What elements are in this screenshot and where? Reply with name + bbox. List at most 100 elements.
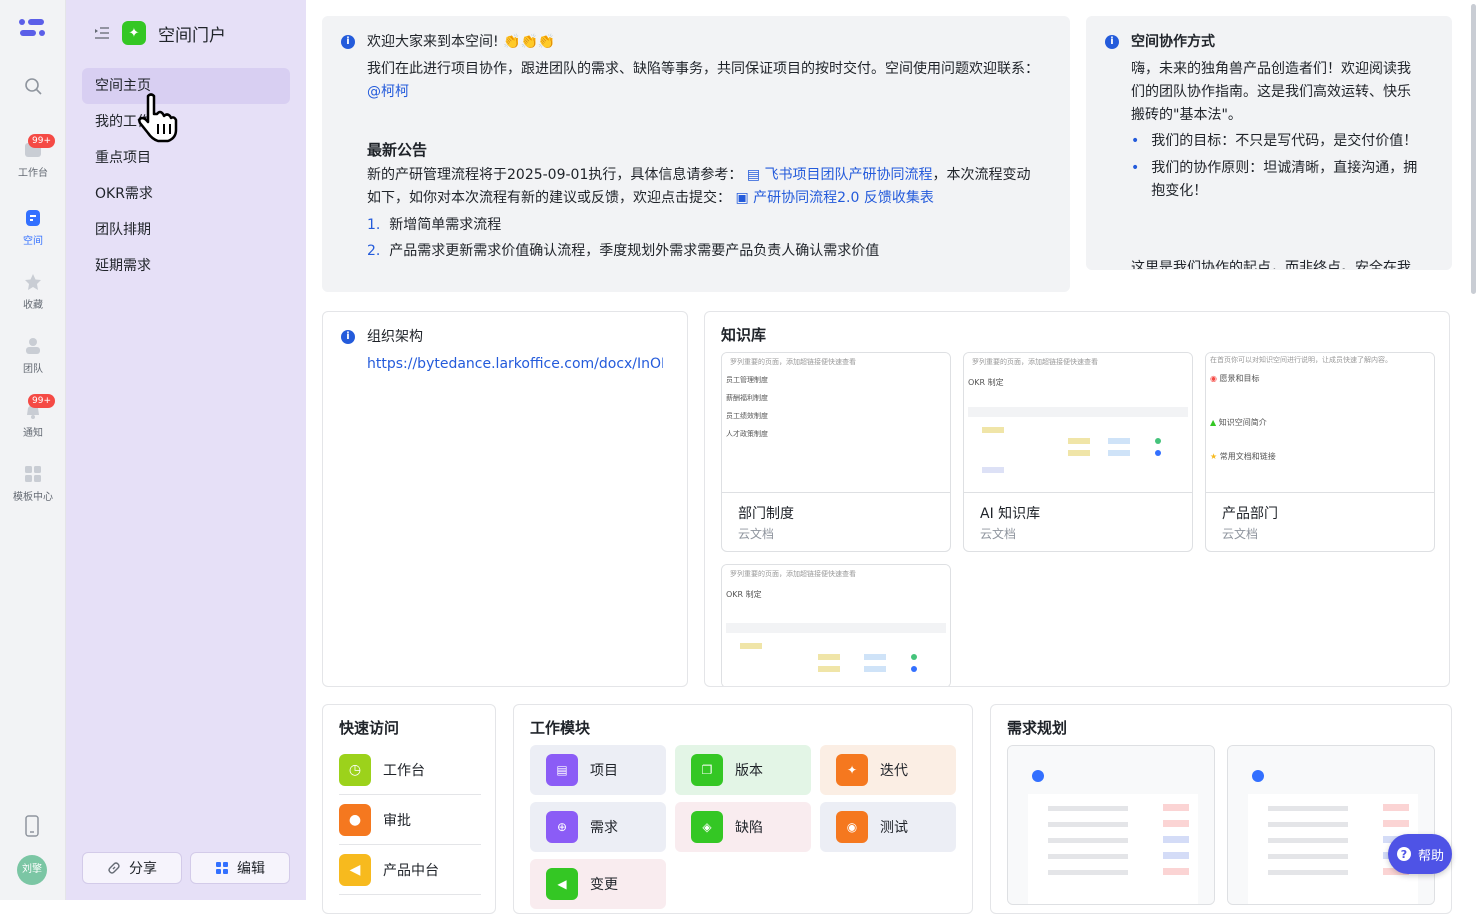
module-label: 测试 bbox=[880, 820, 908, 836]
module-label: 变更 bbox=[590, 877, 618, 893]
mention-link[interactable]: @柯柯 bbox=[367, 84, 409, 100]
rail-label: 团队 bbox=[23, 364, 43, 375]
module-project[interactable]: ▤ 项目 bbox=[530, 745, 666, 795]
doc-preview: 罗列重要的页面，添加超链接便快速查看 OKR 制定 bbox=[722, 565, 950, 686]
okr-table-preview bbox=[968, 407, 1188, 473]
main-content: i 欢迎大家来到本空间! 👏👏👏 我们在此进行项目协作，跟进团队的需求、缺陷等事… bbox=[306, 0, 1478, 914]
edit-grid-icon bbox=[216, 862, 228, 874]
module-iteration[interactable]: ✦ 迭代 bbox=[820, 745, 956, 795]
preview-text: OKR 制定 bbox=[968, 378, 1004, 387]
doc-preview: 罗列重要的页面，添加超链接便快速查看 OKR 制定 bbox=[964, 353, 1192, 493]
preview-text: 在首页你可以对知识空间进行说明，让成员快速了解内容。 bbox=[1210, 356, 1392, 364]
list-item: • 我们的目标：不只是写代码，是交付价值！ bbox=[1131, 130, 1421, 153]
welcome-card: i 欢迎大家来到本空间! 👏👏👏 我们在此进行项目协作，跟进团队的需求、缺陷等事… bbox=[322, 16, 1070, 292]
org-url-link[interactable]: https://bytedance.larkoffice.com/docx/In… bbox=[367, 353, 663, 376]
nav-item-okr[interactable]: OKR需求 bbox=[82, 176, 290, 212]
collab-intro: 嗨，未来的独角兽产品创造者们！欢迎阅读我们的团队协作指南。这是我们高效运转、快乐… bbox=[1131, 61, 1411, 123]
rail-item-favorites[interactable]: 收藏 bbox=[0, 272, 66, 311]
module-label: 缺陷 bbox=[735, 820, 763, 836]
nav-item-schedule[interactable]: 团队排期 bbox=[82, 212, 290, 248]
notice-body: 新的产研管理流程将于2025-09-01执行，具体信息请参考： ▤ 飞书项目团队… bbox=[367, 164, 1057, 210]
list-item: • 我们的协作原则：坦诚清晰，直接沟通，拥抱变化！ bbox=[1131, 157, 1421, 203]
notification-badge: 99+ bbox=[28, 134, 55, 148]
module-requirement[interactable]: ⊕ 需求 bbox=[530, 802, 666, 852]
list-item-text: 我们的协作原则：坦诚清晰，直接沟通，拥抱变化！ bbox=[1151, 160, 1418, 199]
preview-text: 愿景和目标 bbox=[1219, 374, 1260, 383]
welcome-desc-text: 我们在此进行项目协作，跟进团队的需求、缺陷等事务，共同保证项目的按时交付。空间使… bbox=[367, 61, 1039, 77]
help-button[interactable]: ? 帮助 bbox=[1388, 834, 1452, 874]
help-label: 帮助 bbox=[1417, 848, 1444, 864]
kb-doc-card[interactable]: 罗列重要的页面，添加超链接便快速查看 OKR 制定 AI 知识库 云文档 bbox=[963, 352, 1193, 552]
module-test[interactable]: ◉ 测试 bbox=[820, 802, 956, 852]
rail-label: 收藏 bbox=[23, 300, 43, 311]
nav-item-my-work[interactable]: 我的工作 bbox=[82, 104, 290, 140]
quick-item-product[interactable]: ◀ 产品中台 bbox=[339, 845, 481, 895]
app-rail: 99+ 工作台 空间 收藏 团队 99+ 通知 模板中心 刘擎 bbox=[0, 0, 66, 900]
rail-label: 工作台 bbox=[18, 168, 48, 179]
rail-item-team[interactable]: 团队 bbox=[0, 336, 66, 375]
kb-doc-card[interactable]: 在首页你可以对知识空间进行说明，让成员快速了解内容。 ◉ 愿景和目标 ▲ 知识空… bbox=[1205, 352, 1435, 552]
collapse-sidebar-icon[interactable] bbox=[94, 26, 110, 40]
rail-item-space[interactable]: 空间 bbox=[0, 208, 66, 247]
share-label: 分享 bbox=[129, 861, 157, 877]
quick-item-approval[interactable]: ● 审批 bbox=[339, 795, 481, 845]
module-defect[interactable]: ◈ 缺陷 bbox=[675, 802, 811, 852]
rail-item-notify[interactable]: 99+ 通知 bbox=[0, 394, 66, 439]
plus-circle-icon: ⊕ bbox=[546, 811, 578, 843]
hand-cursor-icon bbox=[138, 93, 178, 143]
megaphone-icon: ◀ bbox=[339, 853, 371, 886]
document-icon: ▤ bbox=[546, 754, 578, 786]
nav-item-home[interactable]: 空间主页 bbox=[82, 68, 290, 104]
rail-search[interactable] bbox=[0, 76, 66, 100]
bug-icon: ◈ bbox=[691, 811, 723, 843]
notification-badge: 99+ bbox=[28, 394, 55, 408]
app-logo-icon[interactable] bbox=[18, 18, 46, 38]
sparkle-icon: ✦ bbox=[836, 754, 868, 786]
plan-card: 需求规划 bbox=[990, 704, 1452, 914]
list-item-text: 产品需求更新需求价值确认流程，季度规划外需求需要产品负责人确认需求价值 bbox=[389, 243, 880, 259]
scrollbar-thumb[interactable] bbox=[1471, 4, 1476, 294]
megaphone-icon: ◀ bbox=[546, 868, 578, 900]
preview-text: 罗列重要的页面，添加超链接便快速查看 bbox=[730, 358, 856, 366]
mobile-icon[interactable] bbox=[24, 815, 40, 837]
form-link-feedback[interactable]: ▣ 产研协同流程2.0 反馈收集表 bbox=[735, 190, 933, 206]
module-label: 需求 bbox=[590, 820, 618, 836]
preview-text: 员工管理制度 bbox=[726, 376, 768, 384]
doc-link-flow[interactable]: ▤ 飞书项目团队产研协同流程 bbox=[747, 167, 933, 183]
kb-doc-card[interactable]: 罗列重要的页面，添加超链接便快速查看 OKR 制定 bbox=[721, 564, 951, 686]
rail-item-workbench[interactable]: 99+ 工作台 bbox=[0, 134, 66, 179]
edit-button[interactable]: 编辑 bbox=[190, 852, 290, 884]
module-label: 版本 bbox=[735, 763, 763, 779]
preview-text: 员工绩效制度 bbox=[726, 412, 768, 420]
module-change[interactable]: ◀ 变更 bbox=[530, 859, 666, 909]
space-title: 空间门户 bbox=[158, 25, 226, 46]
module-version[interactable]: ❐ 版本 bbox=[675, 745, 811, 795]
preview-text: 人才政策制度 bbox=[726, 430, 768, 438]
plan-board-preview[interactable] bbox=[1007, 745, 1215, 905]
preview-text: ★ 常用文档和链接 bbox=[1210, 452, 1276, 461]
modules-title: 工作模块 bbox=[530, 719, 591, 737]
collab-card: i 空间协作方式 嗨，未来的独角兽产品创造者们！欢迎阅读我们的团队协作指南。这是… bbox=[1086, 16, 1452, 270]
nav-item-key-projects[interactable]: 重点项目 bbox=[82, 140, 290, 176]
star-icon bbox=[25, 274, 41, 290]
quick-access-card: 快速访问 ◷ 工作台 ● 审批 ◀ 产品中台 bbox=[322, 704, 496, 914]
rail-item-templates[interactable]: 模板中心 bbox=[0, 464, 66, 503]
layers-icon: ❐ bbox=[691, 754, 723, 786]
user-avatar[interactable]: 刘擎 bbox=[17, 855, 47, 885]
preview-text: 薪酬福利制度 bbox=[726, 394, 768, 402]
test-icon: ◉ bbox=[836, 811, 868, 843]
quick-item-workbench[interactable]: ◷ 工作台 bbox=[339, 745, 481, 795]
plan-board-preview[interactable] bbox=[1227, 745, 1435, 905]
board-preview-graphic bbox=[1008, 746, 1214, 904]
preview-text: ◉ 愿景和目标 bbox=[1210, 374, 1260, 383]
collab-title: 空间协作方式 bbox=[1131, 34, 1215, 50]
welcome-desc: 我们在此进行项目协作，跟进团队的需求、缺陷等事务，共同保证项目的按时交付。空间使… bbox=[367, 58, 1047, 104]
preview-text: OKR 制定 bbox=[726, 590, 762, 599]
link-icon bbox=[108, 862, 120, 874]
kb-doc-card[interactable]: 罗列重要的页面，添加超链接便快速查看 员工管理制度 薪酬福利制度 员工绩效制度 … bbox=[721, 352, 951, 552]
sidebar-header: ✦ 空间门户 bbox=[94, 20, 226, 46]
share-button[interactable]: 分享 bbox=[82, 852, 182, 884]
notice-text-1: 新的产研管理流程将于2025-09-01执行，具体信息请参考： bbox=[367, 167, 743, 183]
nav-item-delayed[interactable]: 延期需求 bbox=[82, 248, 290, 284]
quick-item-label: 产品中台 bbox=[383, 862, 439, 879]
